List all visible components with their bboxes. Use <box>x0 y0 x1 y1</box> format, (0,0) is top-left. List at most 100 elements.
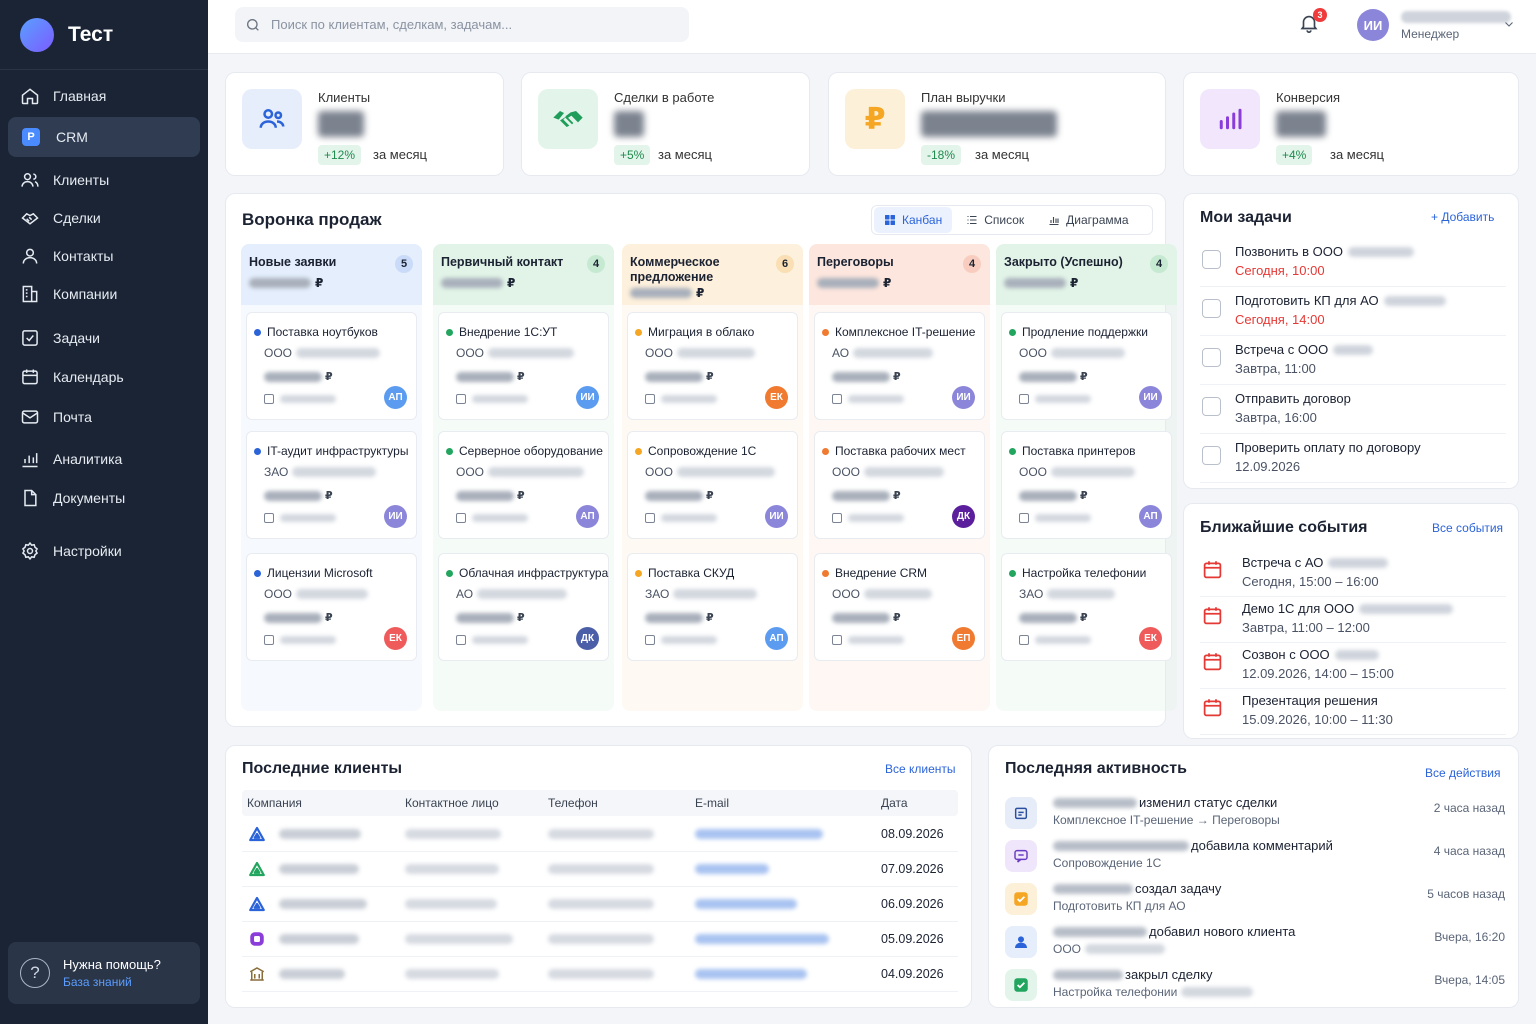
table-row[interactable]: 08.09.2026 <box>242 817 958 852</box>
help-box[interactable]: ? Нужна помощь? База знаний <box>8 942 200 1004</box>
tab-chart[interactable]: Диаграмма <box>1038 207 1138 233</box>
deal-card[interactable]: IT-аудит инфраструктуры ЗАО ₽ ИИ <box>246 431 417 539</box>
tab-kanban[interactable]: Канбан <box>874 207 953 233</box>
assignee-avatar[interactable]: ДК <box>576 627 599 650</box>
table-row[interactable]: 07.09.2026 <box>242 852 958 887</box>
sidebar-item-deals[interactable]: Сделки <box>8 198 200 238</box>
deal-card[interactable]: Поставка СКУД ЗАО ₽ АП <box>627 553 798 661</box>
tasks-title: Мои задачи <box>1200 209 1292 226</box>
task-checkbox[interactable] <box>1202 446 1221 465</box>
sidebar-item-tasks[interactable]: Задачи <box>8 318 200 358</box>
column-header[interactable]: Новые заявки 5 ₽ <box>241 244 422 305</box>
knowledge-base-link[interactable]: База знаний <box>63 975 161 989</box>
column-header[interactable]: Закрыто (Успешно) 4 ₽ <box>996 244 1177 305</box>
all-clients-link[interactable]: Все клиенты <box>885 762 956 776</box>
table-row[interactable]: 04.09.2026 <box>242 957 958 992</box>
sidebar-item-companies[interactable]: Компании <box>8 274 200 314</box>
activity-item[interactable]: изменил статус сделки Комплексное IT-реш… <box>1005 793 1505 836</box>
recent-activity-panel: Последняя активность Все действия измени… <box>988 745 1519 1008</box>
org-type: АО <box>456 587 474 601</box>
assignee-avatar[interactable]: ИИ <box>1139 386 1162 409</box>
deal-card[interactable]: Поставка ноутбуков ООО ₽ АП <box>246 312 417 420</box>
deal-card[interactable]: Комплексное IT-решение АО ₽ ИИ <box>814 312 985 420</box>
assignee-avatar[interactable]: ДК <box>952 505 975 528</box>
task-checkbox[interactable] <box>1202 250 1221 269</box>
email-blurred[interactable] <box>695 864 769 874</box>
all-events-link[interactable]: Все события <box>1432 521 1503 535</box>
email-blurred[interactable] <box>695 969 807 979</box>
task-checkbox[interactable] <box>1202 397 1221 416</box>
deal-card[interactable]: Сопровождение 1С ООО ₽ ИИ <box>627 431 798 539</box>
sidebar-item-label: Документы <box>53 490 126 506</box>
stat-card-conversion[interactable]: Конверсия +4% за месяц <box>1183 72 1519 176</box>
deal-card[interactable]: Внедрение CRM ООО ₽ ЕП <box>814 553 985 661</box>
triangle-logo-icon <box>249 896 265 912</box>
event-item[interactable]: Созвон с ООО 12.09.2026, 14:00 – 15:00 <box>1200 643 1506 689</box>
column-header[interactable]: Переговоры 4 ₽ <box>809 244 990 305</box>
event-item[interactable]: Демо 1С для ООО Завтра, 11:00 – 12:00 <box>1200 597 1506 643</box>
deal-card[interactable]: Серверное оборудование ООО ₽ АП <box>438 431 609 539</box>
assignee-avatar[interactable]: АП <box>384 386 407 409</box>
column-header[interactable]: Первичный контакт 4 ₽ <box>433 244 614 305</box>
all-actions-link[interactable]: Все действия <box>1425 766 1500 780</box>
assignee-avatar[interactable]: ЕК <box>765 386 788 409</box>
deal-card[interactable]: Внедрение 1С:УТ ООО ₽ ИИ <box>438 312 609 420</box>
table-row[interactable]: 06.09.2026 <box>242 887 958 922</box>
currency-sign: ₽ <box>706 612 714 624</box>
sidebar: Тест Главная P CRM Клиенты Сделки Контак… <box>0 0 208 1024</box>
email-blurred[interactable] <box>695 899 797 909</box>
assignee-avatar[interactable]: АП <box>1139 505 1162 528</box>
deal-card[interactable]: Поставка принтеров ООО ₽ АП <box>1001 431 1172 539</box>
deal-card[interactable]: Лицензии Microsoft ООО ₽ ЕК <box>246 553 417 661</box>
chevron-down-icon[interactable] <box>1503 18 1515 30</box>
assignee-avatar[interactable]: ЕК <box>1139 627 1162 650</box>
assignee-avatar[interactable]: ИИ <box>765 505 788 528</box>
assignee-avatar[interactable]: ЕК <box>384 627 407 650</box>
sidebar-item-contacts[interactable]: Контакты <box>8 236 200 276</box>
stat-card-deals[interactable]: Сделки в работе +5% за месяц <box>521 72 810 176</box>
activity-item[interactable]: добавил нового клиента ООО Вчера, 16:20 <box>1005 922 1505 965</box>
deal-card[interactable]: Миграция в облако ООО ₽ ЕК <box>627 312 798 420</box>
tab-list[interactable]: Список <box>956 207 1034 233</box>
deal-sum: ₽ <box>456 370 525 383</box>
sidebar-item-home[interactable]: Главная <box>8 76 200 116</box>
deal-card[interactable]: Продление поддержки ООО ₽ ИИ <box>1001 312 1172 420</box>
assignee-avatar[interactable]: ИИ <box>384 505 407 528</box>
sidebar-item-mail[interactable]: Почта <box>8 397 200 437</box>
sidebar-item-clients[interactable]: Клиенты <box>8 160 200 200</box>
assignee-avatar[interactable]: ИИ <box>576 386 599 409</box>
notifications-button[interactable]: 3 <box>1298 8 1327 38</box>
task-checkbox[interactable] <box>1202 348 1221 367</box>
email-blurred[interactable] <box>695 934 829 944</box>
sidebar-item-calendar[interactable]: Календарь <box>8 357 200 397</box>
assignee-avatar[interactable]: ИИ <box>952 386 975 409</box>
email-blurred[interactable] <box>695 829 823 839</box>
event-item[interactable]: Встреча с АО Сегодня, 15:00 – 16:00 <box>1200 551 1506 597</box>
deal-sum-blurred <box>1019 490 1077 501</box>
deal-card[interactable]: Поставка рабочих мест ООО ₽ ДК <box>814 431 985 539</box>
event-item[interactable]: Презентация решения 15.09.2026, 10:00 – … <box>1200 689 1506 735</box>
table-row[interactable]: 05.09.2026 <box>242 922 958 957</box>
sidebar-item-crm[interactable]: P CRM <box>8 117 200 157</box>
app-logo[interactable]: Тест <box>0 0 208 70</box>
user-avatar[interactable]: ИИ <box>1357 9 1389 41</box>
column-header[interactable]: Коммерческое предложение 6 ₽ <box>622 244 803 305</box>
search-input[interactable] <box>271 17 671 32</box>
stat-card-revenue-plan[interactable]: ₽ План выручки -18% за месяц <box>828 72 1166 176</box>
stat-card-clients[interactable]: Клиенты +12% за месяц <box>225 72 504 176</box>
add-task-button[interactable]: + Добавить <box>1431 210 1494 224</box>
activity-item[interactable]: создал задачу Подготовить КП для АО 5 ча… <box>1005 879 1505 922</box>
column-sum: ₽ <box>249 276 414 290</box>
task-checkbox[interactable] <box>1202 299 1221 318</box>
deal-card[interactable]: Облачная инфраструктура АО ₽ ДК <box>438 553 609 661</box>
activity-item[interactable]: закрыл сделку Настройка телефонии Вчера,… <box>1005 965 1505 1008</box>
deal-card[interactable]: Настройка телефонии ЗАО ₽ ЕК <box>1001 553 1172 661</box>
sidebar-item-settings[interactable]: Настройки <box>8 531 200 571</box>
activity-item[interactable]: добавила комментарий Сопровождение 1С 4 … <box>1005 836 1505 879</box>
sidebar-item-documents[interactable]: Документы <box>8 478 200 518</box>
author-blurred <box>1053 840 1189 851</box>
sidebar-item-analytics[interactable]: Аналитика <box>8 439 200 479</box>
assignee-avatar[interactable]: АП <box>765 627 788 650</box>
assignee-avatar[interactable]: ЕП <box>952 627 975 650</box>
assignee-avatar[interactable]: АП <box>576 505 599 528</box>
